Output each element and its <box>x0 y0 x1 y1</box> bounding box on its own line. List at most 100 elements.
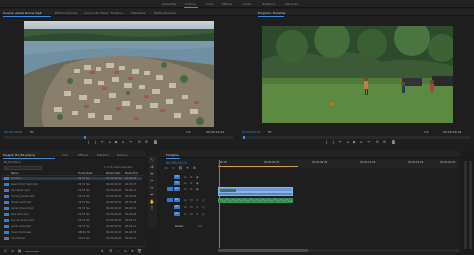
audio-clip[interactable] <box>217 198 294 203</box>
source-timecode-current[interactable]: 00;00;00;00 <box>4 130 22 134</box>
solo-icon[interactable]: S <box>196 212 198 216</box>
project-item-row[interactable]: Aerial Drone.mp4 29.97 fps 00;00;00;00 00;0… <box>2 207 142 210</box>
project-item-row[interactable]: driving_forest.mp4 29.97 fps 00;00;00;00 00… <box>2 195 142 198</box>
sync-lock-icon[interactable]: ⇄ <box>190 187 193 191</box>
track-header-v2[interactable]: V2 ⊡ ⇄ ◉ <box>164 181 214 186</box>
workspace-tab-assembly[interactable]: Assembly <box>162 2 176 6</box>
trash-icon[interactable]: 🗑 <box>137 249 142 253</box>
ripple-edit-tool-icon[interactable]: ⇹ <box>149 171 155 177</box>
timeline-scrollbar[interactable] <box>218 249 458 252</box>
mute-icon[interactable]: M <box>190 205 193 209</box>
solo-icon[interactable]: S <box>196 198 198 202</box>
eye-icon[interactable]: ◉ <box>196 187 199 191</box>
icon-view-icon[interactable]: ▦ <box>17 249 22 253</box>
go-to-out-icon[interactable]: ⇥ <box>128 140 133 144</box>
new-bin-icon[interactable]: ▭ <box>123 249 128 253</box>
lock-icon[interactable]: ⊡ <box>184 205 187 209</box>
column-frame-rate[interactable]: Frame Rate <box>78 172 92 175</box>
step-forward-icon[interactable]: ▸ <box>121 140 126 144</box>
source-time-ruler[interactable] <box>4 136 233 139</box>
source-playhead[interactable] <box>84 136 86 139</box>
project-item-row[interactable]: music track.wav 48000 Hz 00;00;00;00 00;00;… <box>2 231 142 234</box>
tab-audio-clip-mixer[interactable]: Audio Clip Mixer: Timeline <box>84 11 123 15</box>
lock-icon[interactable]: ⊡ <box>184 181 187 185</box>
export-frame-icon[interactable]: ◙ <box>391 140 396 144</box>
slip-tool-icon[interactable]: ↔ <box>149 185 155 191</box>
workspace-tab-audio[interactable]: Audio <box>243 2 252 6</box>
step-back-icon[interactable]: ◂ <box>345 140 350 144</box>
tab-program[interactable]: Program: Timeline <box>258 11 285 15</box>
tab-project[interactable]: Project: Ed_Ed.prlproj <box>3 153 35 157</box>
microphone-icon[interactable]: ◎ <box>202 212 205 216</box>
track-header-a3[interactable]: A3 ⊡ M S ◎ <box>164 212 214 217</box>
step-back-icon[interactable]: ◂ <box>107 140 112 144</box>
list-view-icon[interactable]: ≡ <box>10 249 15 253</box>
project-item-row[interactable]: beach from high.mp4 29.97 fps 00;00;00;00 0… <box>2 183 142 186</box>
project-search-input[interactable]: ⌕ <box>4 166 42 170</box>
master-volume-value[interactable]: 0.0 <box>198 225 202 228</box>
new-item-icon[interactable]: ⊕ <box>130 249 135 253</box>
column-media-end[interactable]: Media End <box>125 172 138 175</box>
program-playhead[interactable] <box>243 136 245 139</box>
workspace-tab-effects[interactable]: Effects <box>222 2 232 6</box>
overwrite-icon[interactable]: ⊞ <box>144 140 149 144</box>
sync-lock-icon[interactable]: ⇄ <box>190 181 193 185</box>
source-patch[interactable] <box>167 187 173 191</box>
tab-markers[interactable]: Markers <box>97 153 109 157</box>
workspace-tab-graphics[interactable]: Graphics <box>262 2 275 6</box>
track-header-a2[interactable]: A2 ⊡ M S ◎ <box>164 205 214 210</box>
lock-icon[interactable]: ⊡ <box>184 175 187 179</box>
tab-source[interactable]: Source: Aerial Drone.mp4 <box>3 11 42 15</box>
mark-out-icon[interactable]: } <box>93 140 98 144</box>
program-time-ruler[interactable] <box>242 136 470 139</box>
export-frame-icon[interactable]: ◙ <box>153 140 158 144</box>
project-item-row[interactable]: Countdown 29.97 fps 00;00;00;00 00;00;11 <box>2 237 142 240</box>
extract-icon[interactable]: ⊞ <box>382 140 387 144</box>
play-icon[interactable]: ▶ <box>352 140 357 144</box>
go-to-in-icon[interactable]: ⇤ <box>100 140 105 144</box>
mark-in-icon[interactable]: { <box>324 140 329 144</box>
tab-metadata[interactable]: Metadata <box>131 11 145 15</box>
project-item-row[interactable]: Timeline 29.97 fps 00;00;00;00 00;00;26 <box>2 177 142 180</box>
mark-out-icon[interactable]: } <box>331 140 336 144</box>
timeline-timecode[interactable]: 00;00;00;12 <box>166 161 187 165</box>
tab-info[interactable]: Info <box>62 153 68 157</box>
column-name[interactable]: Name <box>11 172 18 175</box>
project-item-row[interactable]: aerial view.mp4 29.97 fps 00;00;00;00 00;00… <box>2 225 142 228</box>
sort-icon[interactable]: ⇅ <box>100 249 105 253</box>
program-zoom-select[interactable]: Fit <box>268 130 272 134</box>
source-zoom-select[interactable]: Fit <box>30 130 34 134</box>
track-header-v1[interactable]: V1 ⊡ ⇄ ◉ <box>164 187 214 192</box>
automate-icon[interactable]: ⇶ <box>108 249 113 253</box>
go-to-out-icon[interactable]: ⇥ <box>366 140 371 144</box>
track-select-tool-icon[interactable]: ⇉ <box>149 164 155 170</box>
video-clip-body[interactable] <box>218 192 293 196</box>
program-timecode-current[interactable]: 00;00;00;12 <box>242 130 260 134</box>
play-icon[interactable]: ▶ <box>114 140 119 144</box>
scrollbar-thumb[interactable] <box>218 249 308 252</box>
sync-lock-icon[interactable]: ⇄ <box>190 175 193 179</box>
microphone-icon[interactable]: ◎ <box>202 198 205 202</box>
tab-effects[interactable]: Effects <box>78 153 88 157</box>
razor-tool-icon[interactable]: ✂ <box>149 178 155 184</box>
workspace-tab-libraries[interactable]: Libraries <box>285 2 298 6</box>
work-area-bar[interactable] <box>218 166 298 167</box>
timeline-ruler[interactable]: :00;00 00;00;04;29 00;00;09;29 00;00;14;… <box>218 160 458 168</box>
workspace-tab-color[interactable]: Color <box>206 2 214 6</box>
zoom-slider[interactable] <box>25 251 39 252</box>
lock-icon[interactable]: ⊡ <box>184 187 187 191</box>
solo-icon[interactable]: S <box>196 205 198 209</box>
selection-tool-icon[interactable]: ↖ <box>149 157 155 163</box>
lock-icon[interactable]: ⊡ <box>184 212 187 216</box>
project-item-row[interactable]: forest road.mp4 29.97 fps 00;00;00;00 00;00… <box>2 201 142 204</box>
lock-icon[interactable]: ⊡ <box>184 198 187 202</box>
type-tool-icon[interactable]: T <box>149 206 155 212</box>
source-patch[interactable] <box>167 198 173 202</box>
go-to-in-icon[interactable]: ⇤ <box>338 140 343 144</box>
tab-effect-controls[interactable]: Effect Controls <box>55 11 77 15</box>
mute-icon[interactable]: M <box>190 212 193 216</box>
microphone-icon[interactable]: ◎ <box>202 205 205 209</box>
eye-icon[interactable]: ◉ <box>196 175 199 179</box>
column-media-start[interactable]: Media Start <box>106 172 120 175</box>
tab-timeline[interactable]: Timeline <box>166 153 179 157</box>
